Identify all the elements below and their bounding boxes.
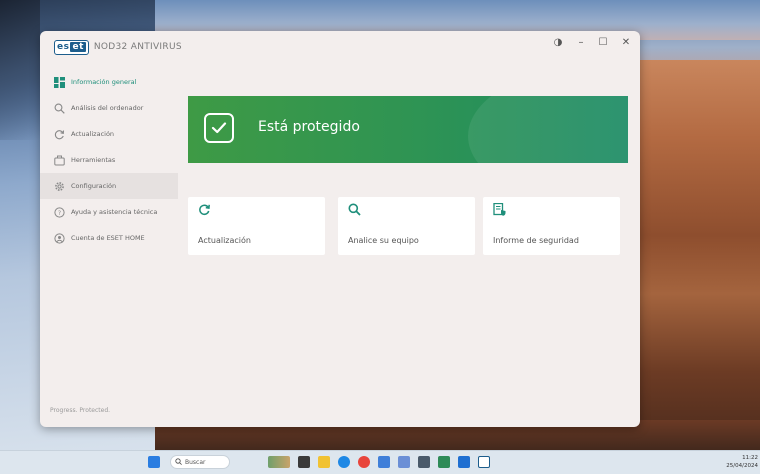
sidebar-item-label: Ayuda y asistencia técnica bbox=[71, 208, 158, 216]
taskbar: Buscar 11:22 25/04/2024 bbox=[0, 450, 760, 474]
logo-text-es: es bbox=[57, 42, 70, 52]
chrome-browser-icon[interactable] bbox=[358, 456, 370, 468]
help-icon: ? bbox=[53, 206, 65, 218]
eset-tray-icon[interactable] bbox=[478, 456, 490, 468]
sidebar-item-overview[interactable]: Información general bbox=[40, 69, 178, 95]
search-icon bbox=[348, 203, 362, 217]
mail-icon[interactable] bbox=[418, 456, 430, 468]
account-icon bbox=[53, 232, 65, 244]
system-clock[interactable]: 11:22 25/04/2024 bbox=[726, 454, 758, 470]
file-explorer-icon[interactable] bbox=[318, 456, 330, 468]
teams-icon[interactable] bbox=[398, 456, 410, 468]
dashboard-icon bbox=[53, 76, 65, 88]
product-name: NOD32 ANTIVIRUS bbox=[93, 42, 182, 52]
sidebar-item-help[interactable]: ? Ayuda y asistencia técnica bbox=[40, 199, 178, 225]
sidebar-item-label: Análisis del ordenador bbox=[71, 104, 144, 112]
task-view-icon[interactable] bbox=[298, 456, 310, 468]
sidebar-item-label: Información general bbox=[71, 78, 137, 86]
tile-security-report[interactable]: Informe de seguridad bbox=[483, 197, 620, 255]
maximize-button[interactable]: ☐ bbox=[595, 36, 611, 50]
banner-decoration bbox=[468, 96, 628, 163]
checkmark-icon bbox=[204, 113, 234, 143]
search-icon bbox=[175, 457, 182, 467]
tile-label: Actualización bbox=[198, 236, 251, 245]
clock-date: 25/04/2024 bbox=[726, 463, 758, 469]
close-button[interactable]: ✕ bbox=[618, 36, 634, 50]
widgets-icon[interactable] bbox=[268, 456, 290, 468]
eset-logo: es et NOD32 ANTIVIRUS bbox=[54, 39, 182, 55]
refresh-icon bbox=[53, 128, 65, 140]
eset-app-window: es et NOD32 ANTIVIRUS ◑ – ☐ ✕ Información… bbox=[40, 31, 640, 427]
sidebar-item-settings[interactable]: Configuración bbox=[40, 173, 178, 199]
sidebar-item-label: Configuración bbox=[71, 182, 117, 190]
tile-label: Informe de seguridad bbox=[493, 236, 579, 245]
theme-toggle-icon[interactable]: ◑ bbox=[550, 36, 566, 50]
sidebar-item-update[interactable]: Actualización bbox=[40, 121, 178, 147]
app-icon[interactable] bbox=[438, 456, 450, 468]
svg-text:?: ? bbox=[57, 210, 60, 217]
tile-update[interactable]: Actualización bbox=[188, 197, 325, 255]
start-menu-icon[interactable] bbox=[148, 456, 160, 468]
sidebar: Información general Análisis del ordenad… bbox=[40, 69, 178, 251]
sidebar-item-label: Herramientas bbox=[71, 156, 116, 164]
brand-tagline: Progress. Protected. bbox=[50, 407, 111, 414]
minimize-button[interactable]: – bbox=[573, 36, 589, 50]
sidebar-item-label: Actualización bbox=[71, 130, 115, 138]
taskbar-search-placeholder: Buscar bbox=[185, 458, 206, 466]
title-bar[interactable]: es et NOD32 ANTIVIRUS ◑ – ☐ ✕ bbox=[40, 31, 640, 59]
protection-status-text: Está protegido bbox=[258, 119, 360, 135]
search-icon bbox=[53, 102, 65, 114]
desktop-wallpaper-canyon bbox=[640, 60, 760, 450]
protection-status-banner: Está protegido bbox=[188, 96, 628, 163]
edge-browser-icon[interactable] bbox=[338, 456, 350, 468]
sidebar-item-eset-home[interactable]: Cuenta de ESET HOME bbox=[40, 225, 178, 251]
taskbar-search[interactable]: Buscar bbox=[170, 455, 230, 469]
sidebar-item-scan[interactable]: Análisis del ordenador bbox=[40, 95, 178, 121]
clock-time: 11:22 bbox=[742, 455, 758, 461]
tile-label: Analice su equipo bbox=[348, 236, 419, 245]
sidebar-item-label: Cuenta de ESET HOME bbox=[71, 234, 145, 242]
logo-text-et: et bbox=[70, 42, 86, 52]
sidebar-item-tools[interactable]: Herramientas bbox=[40, 147, 178, 173]
gear-icon bbox=[53, 180, 65, 192]
eset-logo-mark: es et bbox=[54, 39, 89, 55]
refresh-icon bbox=[198, 203, 212, 217]
background-window-rock bbox=[0, 0, 40, 140]
report-icon bbox=[493, 202, 507, 217]
photos-icon[interactable] bbox=[458, 456, 470, 468]
tile-scan[interactable]: Analice su equipo bbox=[338, 197, 475, 255]
store-icon[interactable] bbox=[378, 456, 390, 468]
briefcase-icon bbox=[53, 154, 65, 166]
